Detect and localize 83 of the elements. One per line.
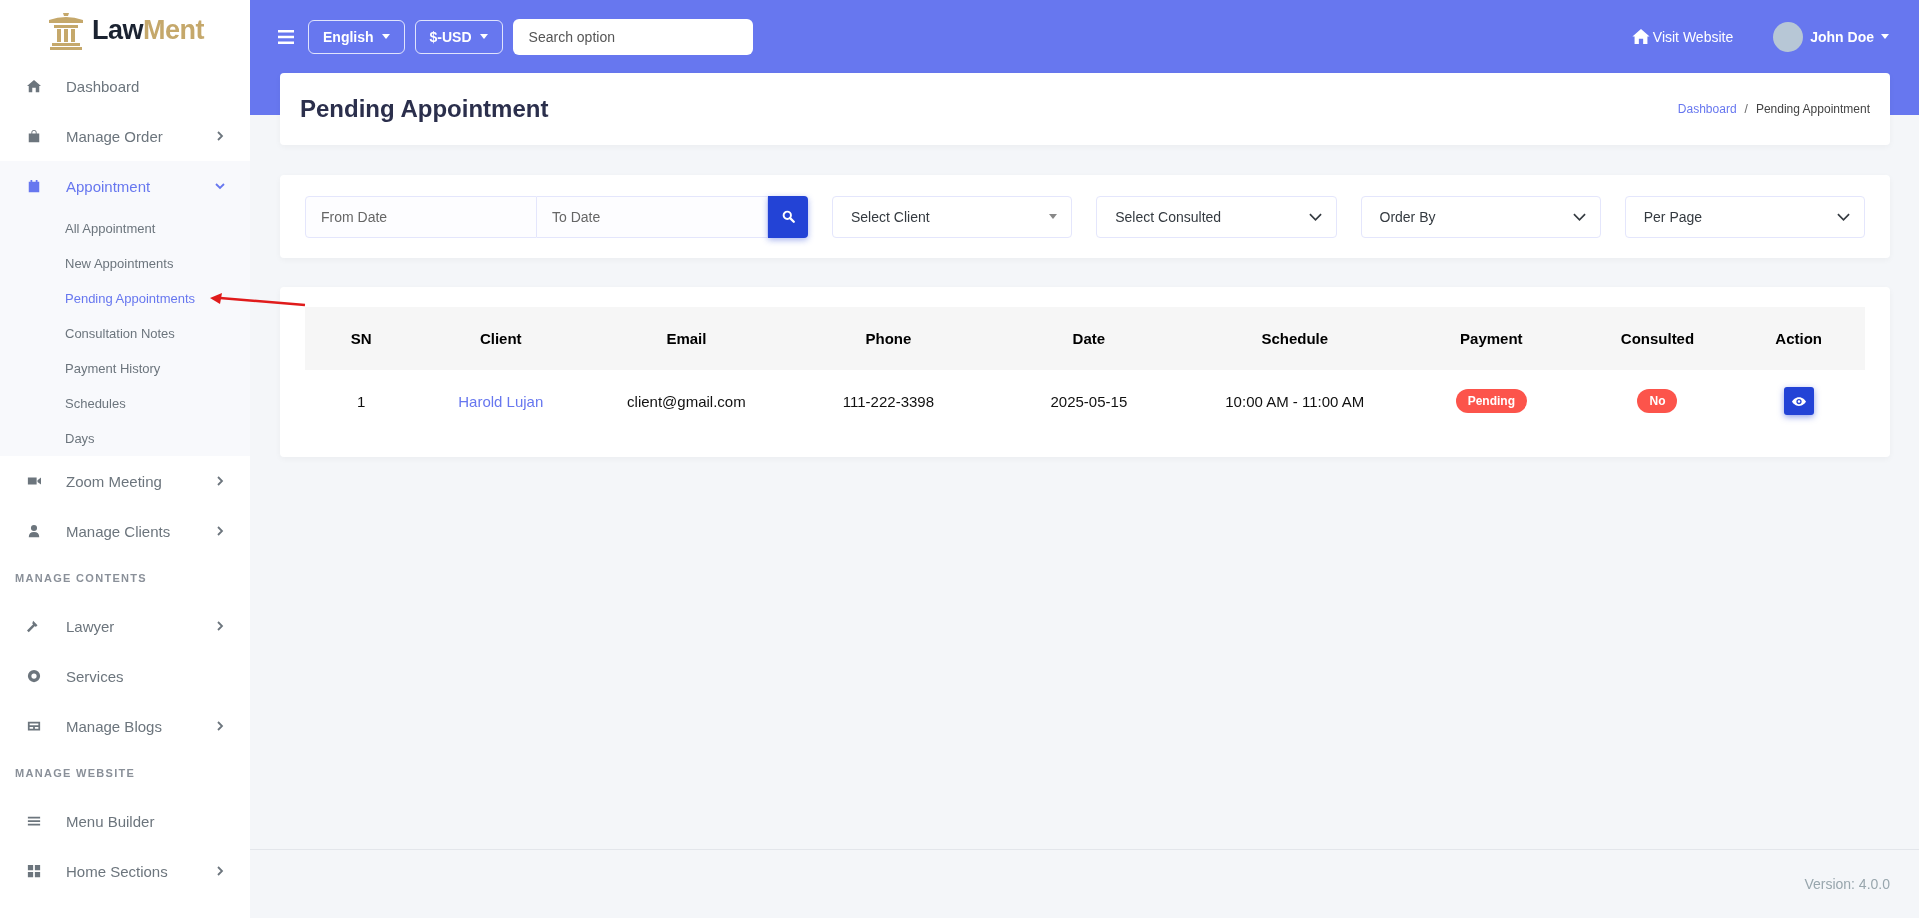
chevron-down-icon [215, 181, 225, 191]
user-menu[interactable]: John Doe [1773, 21, 1889, 52]
sidebar-item[interactable]: Zoom Meeting [0, 456, 250, 506]
column-header: Phone [788, 307, 989, 370]
breadcrumb-separator: / [1744, 102, 1748, 116]
select-dropdown[interactable]: Select Client [832, 195, 1073, 238]
column-header: Date [988, 307, 1190, 370]
lifebuoy-icon [27, 669, 41, 683]
column-header: Email [584, 307, 789, 370]
user-icon [27, 524, 41, 538]
table-cell: 1 [357, 392, 366, 410]
sidebar-item[interactable]: Manage Order [0, 111, 250, 161]
submenu-item[interactable]: New Appointments [0, 246, 250, 281]
column-header: Client [417, 307, 585, 370]
search-button[interactable] [768, 195, 808, 238]
home-icon [27, 79, 41, 93]
bag-icon [27, 129, 41, 143]
select-dropdown[interactable]: Per Page [1624, 195, 1865, 238]
to-date-field[interactable]: To Date [537, 195, 768, 238]
caret-icon [1049, 214, 1058, 219]
chevron-right-icon [215, 866, 225, 876]
breadcrumb-current: Pending Appointment [1755, 102, 1870, 116]
submenu-item[interactable]: Days [0, 421, 250, 456]
table-cell: client@gmail.com [627, 392, 746, 410]
client-link[interactable]: Harold Lujan [458, 392, 544, 410]
submenu-item[interactable]: All Appointment [0, 211, 250, 246]
submenu-item[interactable]: Consultation Notes [0, 316, 250, 351]
calendar-icon [27, 179, 41, 193]
brand-logo-text: LawMent [92, 15, 204, 46]
page-title: Pending Appointment [300, 95, 549, 123]
sidebar-item[interactable]: Home Sections [0, 846, 250, 896]
submenu-item[interactable]: Schedules [0, 386, 250, 421]
menu-section-heading: MANAGE CONTENTS [14, 571, 148, 586]
chevron-right-icon [215, 131, 225, 141]
submenu-item[interactable]: Pending Appointments [0, 281, 250, 316]
payment-status-badge: Pending [1455, 389, 1527, 413]
view-button[interactable] [1783, 387, 1814, 415]
chevron-right-icon [215, 526, 225, 536]
chevron-down-icon [1308, 212, 1322, 221]
consulted-badge: No [1637, 389, 1678, 413]
column-header: Action [1732, 307, 1865, 370]
menu-icon[interactable] [278, 29, 294, 44]
newspaper-icon [27, 719, 41, 733]
select-dropdown[interactable]: Select Consulted [1096, 195, 1337, 238]
pillar-logo-icon [46, 10, 86, 51]
version-text: Version: 4.0.0 [1804, 876, 1890, 892]
sidebar-item[interactable]: Manage Clients [0, 506, 250, 556]
column-header: Payment [1400, 307, 1583, 370]
sidebar-item[interactable]: Menu Builder [0, 796, 250, 846]
column-header: Consulted [1582, 307, 1733, 370]
sidebar-item[interactable]: Dashboard [0, 61, 250, 111]
menu-lines-icon [27, 814, 41, 828]
caret-icon [1881, 34, 1889, 39]
sidebar-item[interactable]: Services [0, 651, 250, 701]
column-header: Schedule [1189, 307, 1401, 370]
currency-dropdown[interactable]: $-USD [414, 19, 503, 54]
caret-icon [479, 34, 488, 39]
select-dropdown[interactable]: Order By [1360, 195, 1601, 238]
chevron-down-icon [1572, 212, 1586, 221]
table-cell: 111-222-3398 [842, 392, 934, 410]
submenu-item[interactable]: Payment History [0, 351, 250, 386]
search-icon [781, 210, 795, 223]
language-dropdown[interactable]: English [308, 19, 405, 54]
menu-section-heading: MANAGE WEBSITE [14, 766, 137, 781]
caret-icon [381, 34, 390, 39]
sidebar-item[interactable]: Appointment [0, 161, 250, 211]
breadcrumb-link[interactable]: Dashboard [1677, 102, 1737, 116]
sidebar-item[interactable]: Manage Blogs [0, 701, 250, 751]
table-cell: 10:00 AM - 11:00 AM [1225, 392, 1365, 410]
chevron-right-icon [215, 621, 225, 631]
search-field[interactable]: Search option [512, 18, 753, 55]
sidebar-item[interactable]: Lawyer [0, 601, 250, 651]
home-icon [1631, 29, 1650, 44]
from-date-field[interactable]: From Date [305, 195, 537, 238]
column-header: SN [305, 307, 418, 370]
avatar [1773, 21, 1804, 52]
chevron-right-icon [215, 476, 225, 486]
table-cell: 2025-05-15 [1050, 392, 1128, 410]
chevron-down-icon [1837, 212, 1850, 221]
eye-icon [1791, 396, 1806, 406]
chevron-right-icon [215, 721, 225, 731]
visit-website-link[interactable]: Visit Website [1631, 28, 1734, 45]
grid-icon [27, 864, 41, 878]
